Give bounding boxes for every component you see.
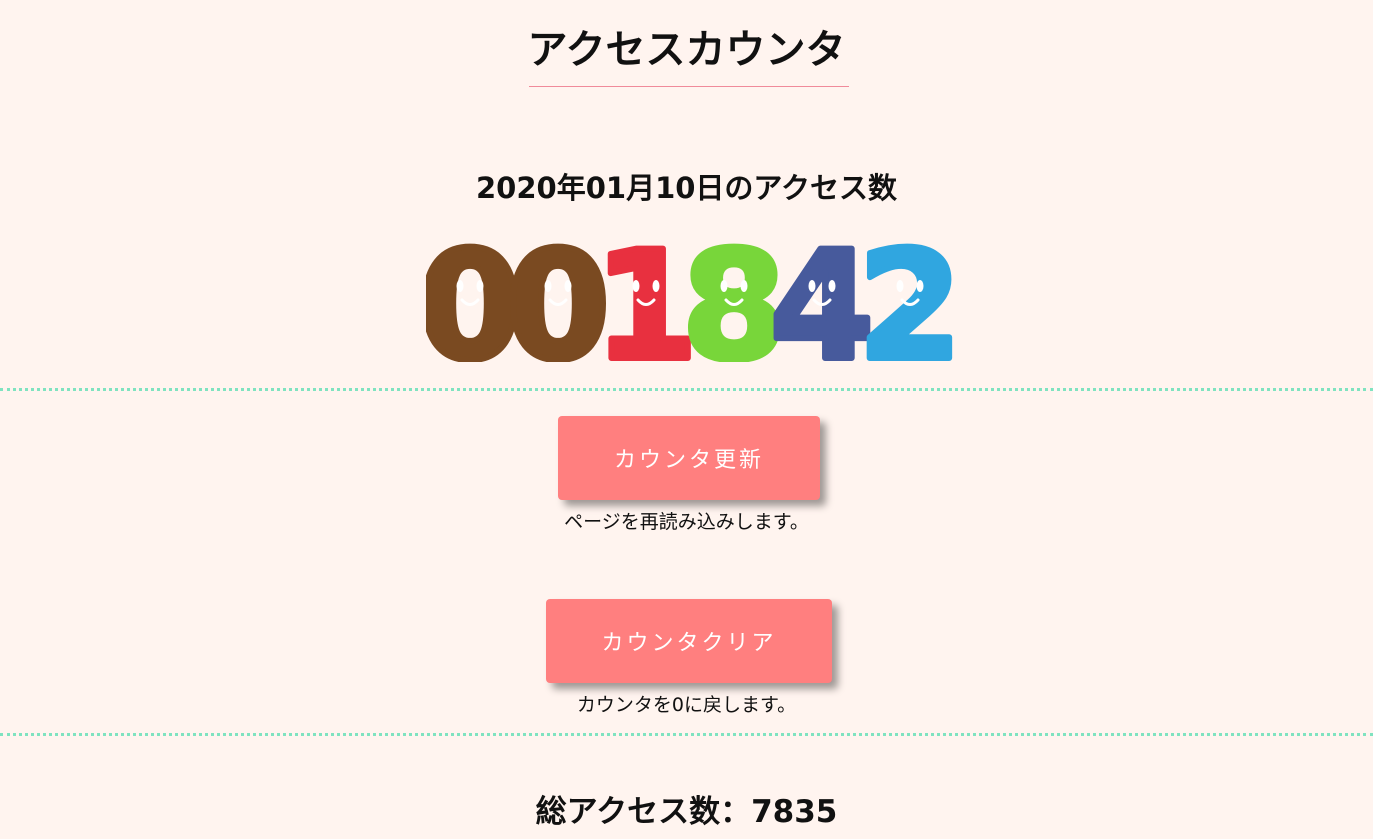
title-underline	[529, 86, 849, 87]
refresh-counter-button[interactable]: カウンタ更新	[558, 416, 820, 500]
clear-counter-label: カウンタクリア	[601, 631, 777, 656]
page-title: アクセスカウンタ	[527, 27, 846, 73]
counter-digit-char: 2	[858, 234, 954, 362]
page: アクセスカウンタ 2020年01月10日のアクセス数 001842 カウンタ更新…	[0, 0, 1373, 839]
refresh-note: ページを再読み込みします。	[564, 511, 809, 533]
divider-top	[0, 388, 1373, 391]
clear-counter-button[interactable]: カウンタクリア	[546, 599, 832, 683]
counter-digits: 001842	[426, 234, 954, 362]
date-heading: 2020年01月10日のアクセス数	[476, 171, 897, 205]
counter-digit-5: 2	[855, 234, 954, 362]
total-access-count: 総アクセス数：7835	[535, 794, 838, 830]
clear-note: カウンタを0に戻します。	[576, 694, 797, 716]
refresh-counter-label: カウンタ更新	[613, 448, 764, 473]
divider-bottom	[0, 733, 1373, 736]
